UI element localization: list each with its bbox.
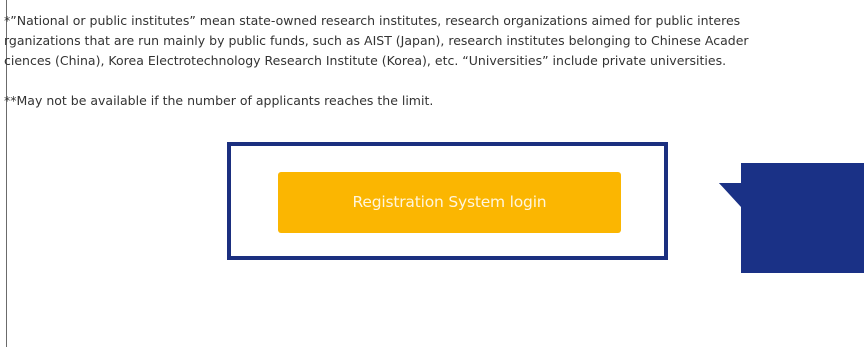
- callout-body: [741, 163, 864, 273]
- footnote-line-2: rganizations that are run mainly by publ…: [4, 33, 749, 48]
- registration-login-button[interactable]: Registration System login: [278, 172, 621, 233]
- callout-banner: [719, 163, 864, 273]
- callout-pointer: [719, 183, 741, 207]
- footnote-availability: **May not be available if the number of …: [4, 93, 434, 108]
- page: *”National or public institutes” mean st…: [0, 0, 864, 347]
- callout-shape: [719, 163, 864, 273]
- footnote-line-1: *”National or public institutes” mean st…: [4, 13, 741, 28]
- footnote-line-3: ciences (China), Korea Electrotechnology…: [4, 53, 727, 68]
- footnotes: *”National or public institutes” mean st…: [4, 11, 864, 111]
- callout-text: Cl: [100, 196, 139, 237]
